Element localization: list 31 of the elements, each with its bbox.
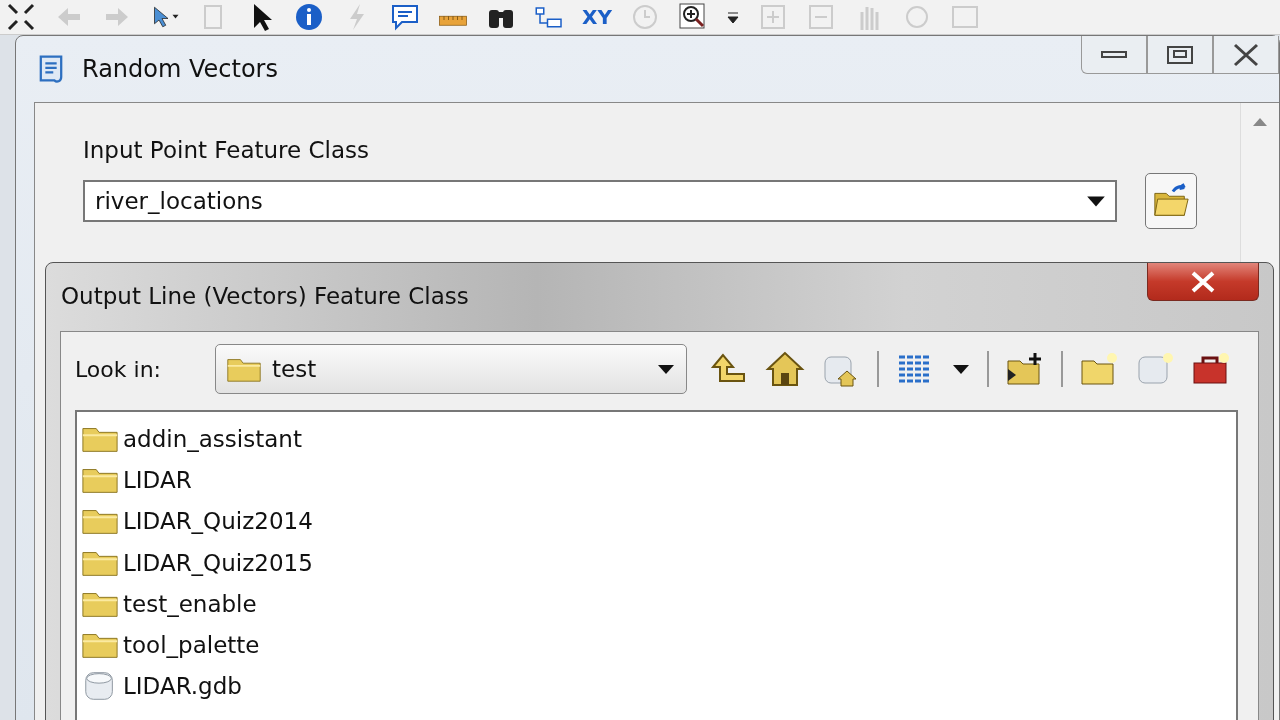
file-list-item[interactable]: tool_palette [81, 624, 1232, 666]
go-to-xy-button[interactable]: XY [582, 5, 612, 29]
extent-icon[interactable] [6, 2, 36, 32]
zoom-in-icon[interactable] [677, 2, 708, 32]
minimize-button[interactable] [1081, 36, 1147, 74]
look-in-dropdown[interactable]: test [215, 344, 687, 394]
file-list-item[interactable]: LIDAR.gdb [81, 665, 1232, 708]
field-label: Input Point Feature Class [83, 137, 371, 163]
window-title: Random Vectors [82, 55, 278, 83]
dialog-title: Output Line (Vectors) Feature Class [61, 283, 469, 309]
look-in-label: Look in: [75, 356, 162, 382]
info-icon[interactable] [294, 2, 324, 32]
browse-button[interactable] [1145, 173, 1197, 229]
scroll-up-icon[interactable] [1252, 117, 1268, 127]
dropdown-arrow-icon[interactable] [1085, 194, 1107, 208]
close-button[interactable] [1147, 263, 1259, 301]
maximize-button[interactable] [1147, 36, 1213, 74]
close-icon [1231, 42, 1261, 67]
maximize-icon [1165, 44, 1195, 65]
file-list-item[interactable]: test_enable [81, 583, 1232, 625]
input-combo-box[interactable]: river_locations [83, 180, 1117, 222]
file-list-item[interactable]: LIDAR_Quiz2015 [81, 541, 1232, 584]
file-list-item[interactable]: LIDAR_Quiz2014 [81, 500, 1232, 542]
dropdown-arrow-icon [656, 363, 676, 375]
close-button[interactable] [1213, 36, 1279, 74]
speech-bubble-icon[interactable] [390, 2, 420, 32]
file-list-item[interactable]: addin_assistant [81, 418, 1232, 460]
file-list-item[interactable]: LIDAR [81, 459, 1232, 501]
home-icon[interactable] [765, 349, 805, 389]
dropdown-arrow-icon[interactable] [951, 363, 971, 375]
minimize-icon [1101, 51, 1127, 58]
